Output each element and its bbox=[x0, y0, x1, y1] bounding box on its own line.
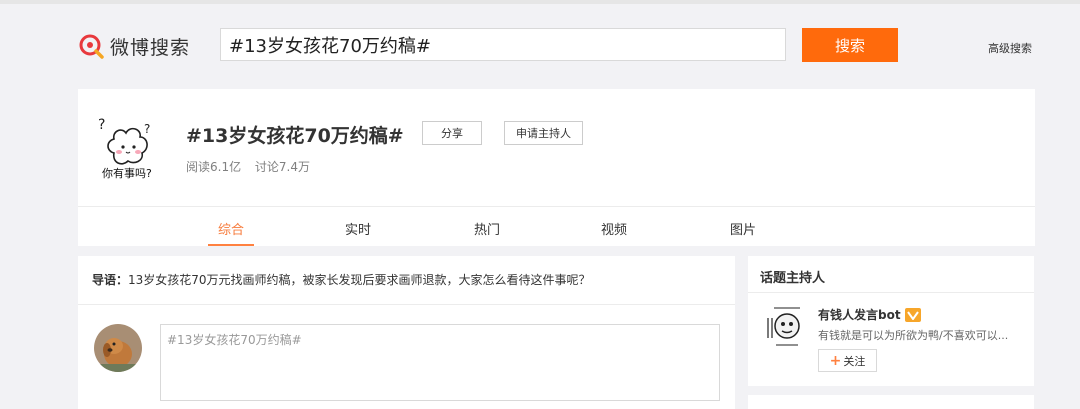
guide-text: 13岁女孩花70万元找画师约稿，被家长发现后要求画师退款，大家怎么看待这件事呢？ bbox=[128, 273, 591, 287]
logo-text: 微博搜索 bbox=[110, 36, 191, 59]
share-button[interactable]: 分享 bbox=[422, 121, 482, 145]
user-avatar[interactable] bbox=[94, 324, 142, 372]
svg-text:?: ? bbox=[144, 122, 150, 136]
topic-stats: 阅读6.1亿 讨论7.4万 bbox=[186, 158, 320, 175]
read-count: 阅读6.1亿 bbox=[186, 160, 242, 174]
topic-avatar-icon: ? ? 你有事吗? bbox=[98, 117, 152, 180]
discussion-count: 讨论7.4万 bbox=[254, 160, 311, 174]
host-description: 有钱就是可以为所欲为鸭/不喜欢可以... bbox=[818, 329, 1009, 342]
topic-guide: 导语：13岁女孩花70万元找画师约稿，被家长发现后要求画师退款，大家怎么看待这件… bbox=[92, 271, 591, 288]
topic-avatar-text: 你有事吗? bbox=[102, 166, 152, 180]
host-name-text: 有钱人发言bot bbox=[818, 308, 901, 322]
second-side-panel bbox=[748, 395, 1034, 409]
host-name[interactable]: 有钱人发言bot bbox=[818, 306, 921, 323]
top-border bbox=[0, 0, 1080, 4]
compose-textarea[interactable]: #13岁女孩花70万约稿# bbox=[160, 324, 720, 401]
tab-comprehensive[interactable]: 综合 bbox=[218, 219, 244, 238]
main-panel: 导语：13岁女孩花70万元找画师约稿，被家长发现后要求画师退款，大家怎么看待这件… bbox=[78, 256, 735, 409]
host-panel: 话题主持人 有钱人发言bot 有钱就是可以为所欲为鸭/不喜欢可以... + 关注 bbox=[748, 256, 1034, 386]
search-input[interactable] bbox=[220, 28, 786, 61]
host-section-title: 话题主持人 bbox=[760, 271, 826, 286]
topic-card: ? ? 你有事吗? #13岁女孩花70万约稿# 分享 申请主持人 阅读6.1亿 … bbox=[78, 89, 1035, 246]
apply-host-button[interactable]: 申请主持人 bbox=[504, 121, 583, 145]
dog-avatar-icon bbox=[94, 324, 142, 372]
follow-button[interactable]: + 关注 bbox=[818, 349, 877, 372]
tab-images[interactable]: 图片 bbox=[730, 219, 756, 238]
topic-tabs: 综合 实时 热门 视频 图片 bbox=[78, 207, 1035, 246]
guide-divider bbox=[78, 304, 735, 305]
tab-realtime[interactable]: 实时 bbox=[345, 219, 371, 238]
search-button[interactable]: 搜索 bbox=[802, 28, 898, 62]
follow-label: 关注 bbox=[843, 354, 866, 368]
verified-badge-icon bbox=[904, 307, 921, 322]
tab-video[interactable]: 视频 bbox=[601, 219, 627, 238]
topic-title: #13岁女孩花70万约稿# bbox=[186, 125, 404, 147]
advanced-search-link[interactable]: 高级搜索 bbox=[988, 40, 1032, 56]
plus-icon: + bbox=[829, 352, 842, 369]
host-avatar-icon[interactable] bbox=[764, 304, 810, 350]
search-logo-icon bbox=[79, 34, 104, 59]
active-tab-indicator bbox=[208, 244, 254, 246]
svg-text:?: ? bbox=[98, 117, 105, 133]
host-section-divider bbox=[748, 292, 1034, 293]
tab-hot[interactable]: 热门 bbox=[474, 219, 500, 238]
weibo-search-logo[interactable]: 微博搜索 bbox=[78, 32, 190, 60]
guide-label: 导语： bbox=[92, 273, 129, 287]
